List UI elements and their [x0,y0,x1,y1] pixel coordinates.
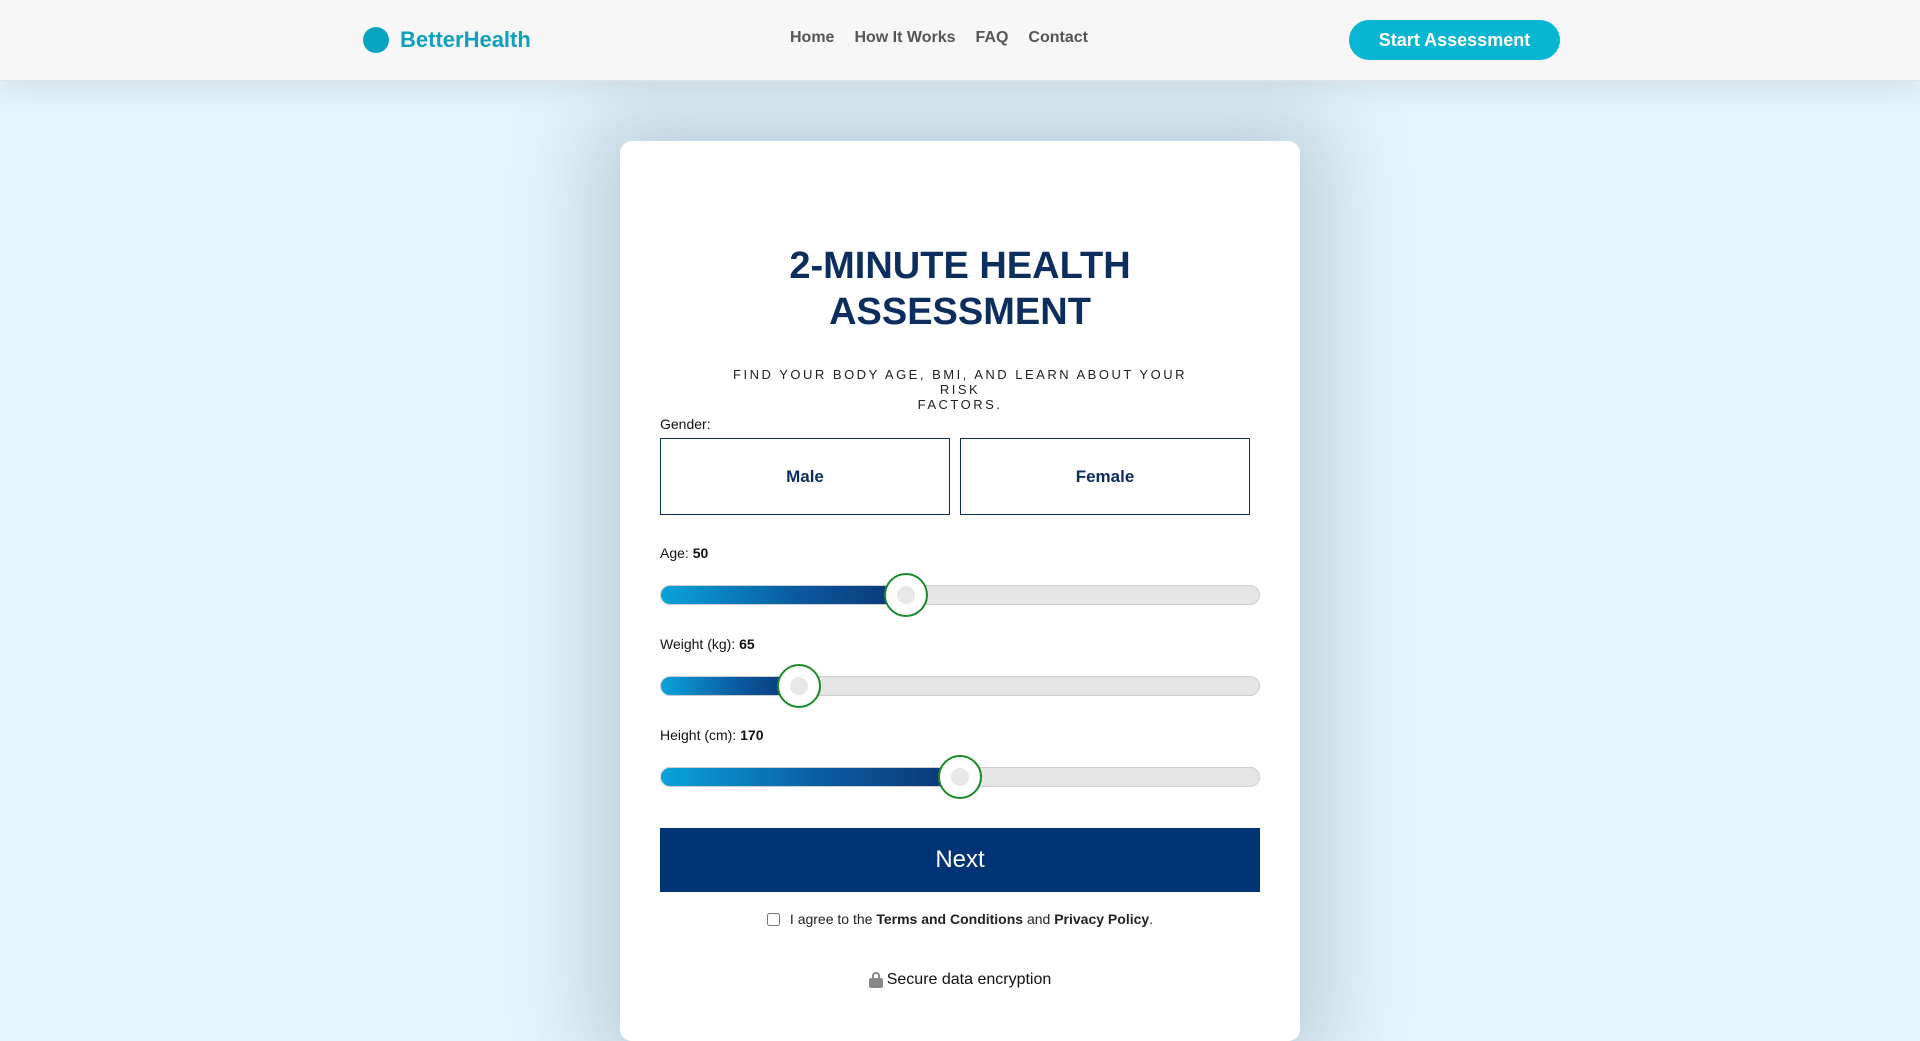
privacy-link[interactable]: Privacy Policy [1054,911,1149,927]
agree-prefix: I agree to the [789,911,873,927]
weight-value: 65 [739,636,755,652]
brand-logo[interactable]: BetterHealth [363,27,531,53]
gender-label: Gender: [660,416,711,432]
height-slider[interactable] [660,755,1260,799]
weight-label-text: Weight (kg): [660,636,736,652]
subtitle-line-2: FACTORS. [917,397,1003,412]
age-label-text: Age: [660,545,689,561]
height-slider-fill [661,768,960,786]
age-value: 50 [692,545,709,561]
page-title: 2-MINUTE HEALTH ASSESSMENT [620,243,1300,335]
circle-logo-icon [363,27,389,53]
age-slider[interactable] [660,573,1260,617]
title-line-1: 2-MINUTE HEALTH [789,245,1131,287]
age-slider-thumb[interactable] [884,573,929,617]
weight-slider[interactable] [660,664,1260,708]
gender-female-button[interactable]: Female [960,438,1250,515]
nav-how-it-works[interactable]: How It Works [854,29,955,47]
height-slider-thumb[interactable] [938,755,982,799]
height-label: Height (cm): 170 [660,727,763,743]
title-line-2: ASSESSMENT [829,291,1091,333]
height-label-text: Height (cm): [660,727,737,743]
assessment-card: 2-MINUTE HEALTH ASSESSMENT FIND YOUR BOD… [620,141,1300,1041]
secure-text: Secure data encryption [886,971,1052,988]
height-value: 170 [740,727,764,743]
nav-faq[interactable]: FAQ [976,29,1009,47]
subtitle-line-1: FIND YOUR BODY AGE, BMI, AND LEARN ABOUT… [733,367,1187,397]
age-slider-fill [661,586,907,604]
gender-male-button[interactable]: Male [660,438,950,515]
nav-home[interactable]: Home [790,29,834,47]
agree-and: and [1026,911,1051,927]
weight-slider-thumb[interactable] [776,664,821,708]
weight-label: Weight (kg): 65 [660,636,755,652]
terms-link[interactable]: Terms and Conditions [876,911,1023,927]
nav-contact[interactable]: Contact [1028,29,1088,47]
secure-note: Secure data encryption [620,971,1300,989]
lock-icon [868,972,883,988]
terms-agreement: I agree to the Terms and Conditions and … [620,911,1300,927]
start-assessment-button[interactable]: Start Assessment [1349,20,1560,60]
site-header: BetterHealth Home How It Works FAQ Conta… [0,0,1920,81]
page-subtitle: FIND YOUR BODY AGE, BMI, AND LEARN ABOUT… [710,367,1210,412]
age-label: Age: 50 [660,545,708,561]
main-nav: Home How It Works FAQ Contact [790,29,1088,47]
terms-checkbox[interactable] [766,912,780,926]
brand-name: BetterHealth [400,27,531,52]
next-button[interactable]: Next [660,828,1260,892]
agree-suffix: . [1149,911,1154,927]
